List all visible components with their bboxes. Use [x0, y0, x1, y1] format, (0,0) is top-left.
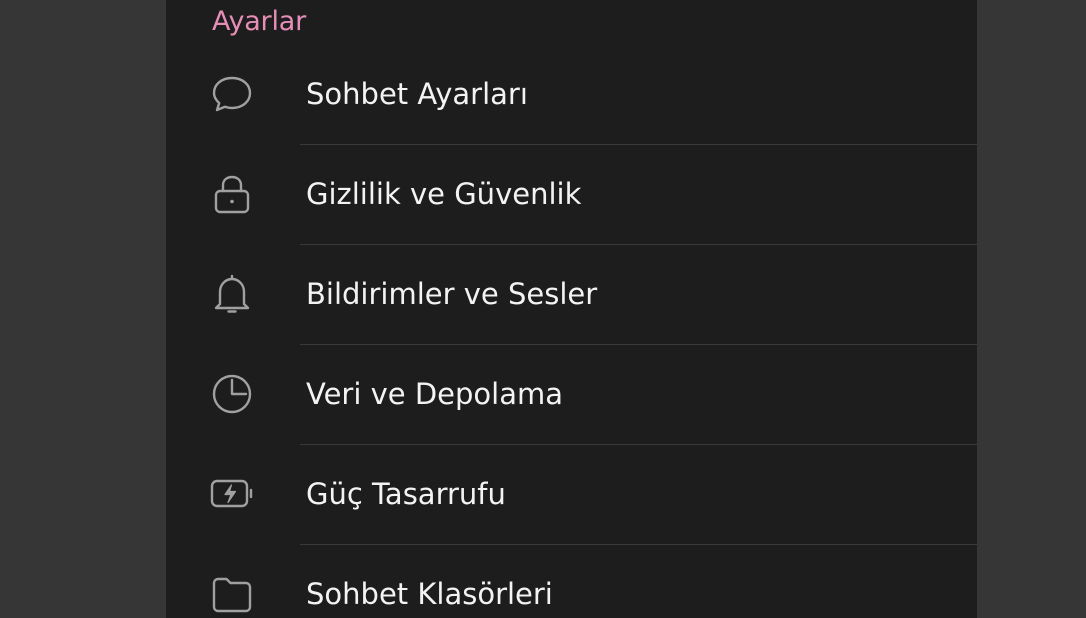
settings-item-label: Sohbet Ayarları: [306, 77, 528, 111]
settings-item-chat-folders[interactable]: Sohbet Klasörleri: [166, 544, 977, 618]
battery-charging-icon: [210, 472, 254, 516]
settings-item-label: Gizlilik ve Güvenlik: [306, 177, 582, 211]
chat-bubble-icon: [210, 72, 254, 116]
bell-icon: [210, 272, 254, 316]
section-title: Ayarlar: [212, 6, 307, 37]
settings-item-notifications[interactable]: Bildirimler ve Sesler: [166, 244, 977, 344]
settings-item-label: Güç Tasarrufu: [306, 477, 506, 511]
settings-item-data-storage[interactable]: Veri ve Depolama: [166, 344, 977, 444]
settings-item-chat[interactable]: Sohbet Ayarları: [166, 44, 977, 144]
lock-icon: [210, 172, 254, 216]
pie-chart-icon: [210, 372, 254, 416]
settings-item-power-saving[interactable]: Güç Tasarrufu: [166, 444, 977, 544]
folder-icon: [210, 572, 254, 616]
settings-item-label: Veri ve Depolama: [306, 377, 564, 411]
settings-item-privacy[interactable]: Gizlilik ve Güvenlik: [166, 144, 977, 244]
settings-item-label: Bildirimler ve Sesler: [306, 277, 598, 311]
settings-panel: Ayarlar Sohbet Ayarları Gizlilik ve Güve…: [166, 0, 977, 618]
settings-item-label: Sohbet Klasörleri: [306, 577, 553, 611]
